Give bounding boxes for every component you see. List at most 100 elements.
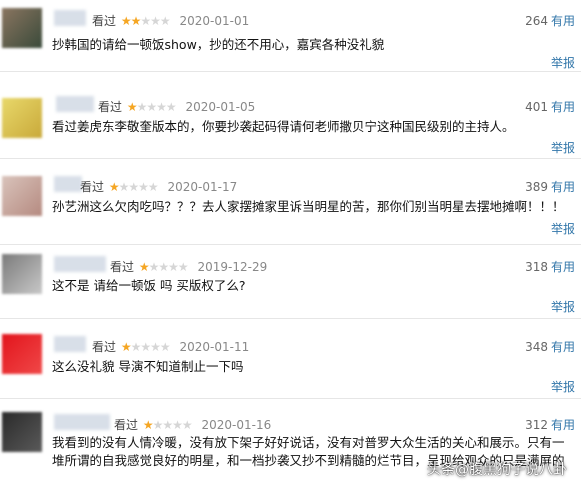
star-empty-icon: ★ bbox=[159, 14, 171, 28]
report-button[interactable]: 举报 bbox=[551, 378, 575, 395]
review-content: 孙艺洲这么欠肉吃吗？？？去人家摆摊家里诉当明星的苦，那你们别当明星去摆地摊啊！！… bbox=[52, 199, 565, 214]
star-empty-icon: ★ bbox=[152, 418, 164, 432]
star-filled-icon: ★ bbox=[142, 418, 154, 432]
star-empty-icon: ★ bbox=[140, 14, 151, 28]
star-filled-icon: ★ bbox=[120, 340, 132, 354]
review-content: 这不是 请给一顿饭 吗 买版权了么? bbox=[52, 278, 246, 293]
watched-label: 看过 bbox=[92, 14, 117, 28]
review-content: 这么没礼貌 导演不知道制止一下吗 bbox=[52, 359, 244, 374]
review-date: 2020-01-11 bbox=[179, 340, 250, 354]
avatar[interactable] bbox=[2, 176, 42, 216]
vote-area: 318 有用 bbox=[525, 258, 575, 275]
report-button[interactable]: 举报 bbox=[551, 54, 575, 71]
star-empty-icon: ★ bbox=[156, 100, 167, 114]
username[interactable] bbox=[54, 414, 110, 430]
star-empty-icon: ★ bbox=[147, 180, 159, 194]
star-rating: ★★★★★ bbox=[120, 340, 171, 354]
review-date: 2020-01-17 bbox=[167, 180, 238, 194]
watched-label: 看过 bbox=[110, 260, 135, 274]
star-filled-icon: ★ bbox=[126, 100, 138, 114]
vote-count: 264 bbox=[525, 14, 548, 28]
review-content: 看过姜虎东李敬奎版本的，你要抄袭起码得请何老师撒贝宁这种国民级别的主持人。 bbox=[52, 119, 515, 134]
username[interactable] bbox=[56, 96, 94, 112]
vote-area: 264 有用 bbox=[525, 12, 575, 29]
star-empty-icon: ★ bbox=[146, 100, 157, 114]
review-meta: 看过 ★★★★★ 2020-01-01 bbox=[92, 12, 249, 29]
report-button[interactable]: 举报 bbox=[551, 220, 575, 237]
star-empty-icon: ★ bbox=[130, 340, 142, 354]
report-button[interactable]: 举报 bbox=[551, 298, 575, 315]
useful-button[interactable]: 有用 bbox=[551, 260, 575, 274]
star-empty-icon: ★ bbox=[150, 14, 161, 28]
star-rating: ★★★★★ bbox=[142, 418, 193, 432]
star-empty-icon: ★ bbox=[118, 180, 130, 194]
review-meta: 看过 ★★★★★ 2020-01-17 bbox=[80, 178, 237, 195]
star-empty-icon: ★ bbox=[136, 100, 148, 114]
star-rating: ★★★★★ bbox=[126, 100, 177, 114]
review-date: 2020-01-01 bbox=[179, 14, 250, 28]
watched-label: 看过 bbox=[92, 340, 117, 354]
review-item: 看过 ★★★★★ 2019-12-29 318 有用 这不是 请给一顿饭 吗 买版… bbox=[0, 250, 581, 319]
vote-area: 312 有用 bbox=[525, 416, 575, 433]
star-empty-icon: ★ bbox=[177, 260, 189, 274]
avatar[interactable] bbox=[2, 8, 42, 48]
review-meta: 看过 ★★★★★ 2020-01-11 bbox=[92, 338, 249, 355]
star-empty-icon: ★ bbox=[148, 260, 160, 274]
vote-area: 389 有用 bbox=[525, 178, 575, 195]
useful-button[interactable]: 有用 bbox=[551, 14, 575, 28]
star-filled-icon: ★ bbox=[130, 14, 142, 28]
star-rating: ★★★★★ bbox=[108, 180, 159, 194]
report-button[interactable]: 举报 bbox=[551, 139, 575, 156]
star-rating: ★★★★★ bbox=[138, 260, 189, 274]
review-date: 2020-01-05 bbox=[185, 100, 256, 114]
username[interactable] bbox=[54, 336, 86, 352]
vote-count: 312 bbox=[525, 418, 548, 432]
star-empty-icon: ★ bbox=[158, 260, 169, 274]
star-filled-icon: ★ bbox=[138, 260, 150, 274]
star-empty-icon: ★ bbox=[128, 180, 139, 194]
vote-count: 401 bbox=[525, 100, 548, 114]
useful-button[interactable]: 有用 bbox=[551, 180, 575, 194]
review-item: 看过 ★★★★★ 2020-01-01 264 有用 抄韩国的请给一顿饭show，… bbox=[0, 0, 581, 72]
vote-area: 401 有用 bbox=[525, 98, 575, 115]
review-meta: 看过 ★★★★★ 2020-01-16 bbox=[114, 416, 271, 433]
review-date: 2019-12-29 bbox=[197, 260, 268, 274]
star-filled-icon: ★ bbox=[120, 14, 132, 28]
review-content: 抄韩国的请给一顿饭show，抄的还不用心，嘉宾各种没礼貌 bbox=[52, 37, 385, 52]
star-empty-icon: ★ bbox=[181, 418, 193, 432]
star-empty-icon: ★ bbox=[138, 180, 149, 194]
review-meta: 看过 ★★★★★ 2019-12-29 bbox=[110, 258, 267, 275]
star-filled-icon: ★ bbox=[108, 180, 120, 194]
username[interactable] bbox=[54, 10, 86, 26]
star-empty-icon: ★ bbox=[140, 340, 151, 354]
star-empty-icon: ★ bbox=[150, 340, 161, 354]
star-empty-icon: ★ bbox=[159, 340, 171, 354]
watermark: 头条@腹黑狗子说八卦 bbox=[427, 462, 567, 478]
useful-button[interactable]: 有用 bbox=[551, 340, 575, 354]
useful-button[interactable]: 有用 bbox=[551, 418, 575, 432]
vote-count: 348 bbox=[525, 340, 548, 354]
useful-button[interactable]: 有用 bbox=[551, 100, 575, 114]
review-item: 看过 ★★★★★ 2020-01-17 389 有用 孙艺洲这么欠肉吃吗？？？去人… bbox=[0, 170, 581, 245]
review-date: 2020-01-16 bbox=[201, 418, 272, 432]
watched-label: 看过 bbox=[80, 180, 105, 194]
star-rating: ★★★★★ bbox=[120, 14, 171, 28]
vote-count: 389 bbox=[525, 180, 548, 194]
review-meta: 看过 ★★★★★ 2020-01-05 bbox=[98, 98, 255, 115]
star-empty-icon: ★ bbox=[172, 418, 183, 432]
vote-count: 318 bbox=[525, 260, 548, 274]
review-item: 看过 ★★★★★ 2020-01-05 401 有用 看过姜虎东李敬奎版本的，你要… bbox=[0, 90, 581, 159]
avatar[interactable] bbox=[2, 412, 42, 452]
review-item: 看过 ★★★★★ 2020-01-11 348 有用 这么没礼貌 导演不知道制止一… bbox=[0, 330, 581, 399]
username[interactable] bbox=[54, 176, 82, 192]
watched-label: 看过 bbox=[114, 418, 139, 432]
avatar[interactable] bbox=[2, 254, 42, 294]
star-empty-icon: ★ bbox=[162, 418, 173, 432]
avatar[interactable] bbox=[2, 334, 42, 374]
watched-label: 看过 bbox=[98, 100, 123, 114]
avatar[interactable] bbox=[2, 98, 42, 138]
vote-area: 348 有用 bbox=[525, 338, 575, 355]
username[interactable] bbox=[54, 256, 106, 272]
star-empty-icon: ★ bbox=[165, 100, 177, 114]
star-empty-icon: ★ bbox=[168, 260, 179, 274]
